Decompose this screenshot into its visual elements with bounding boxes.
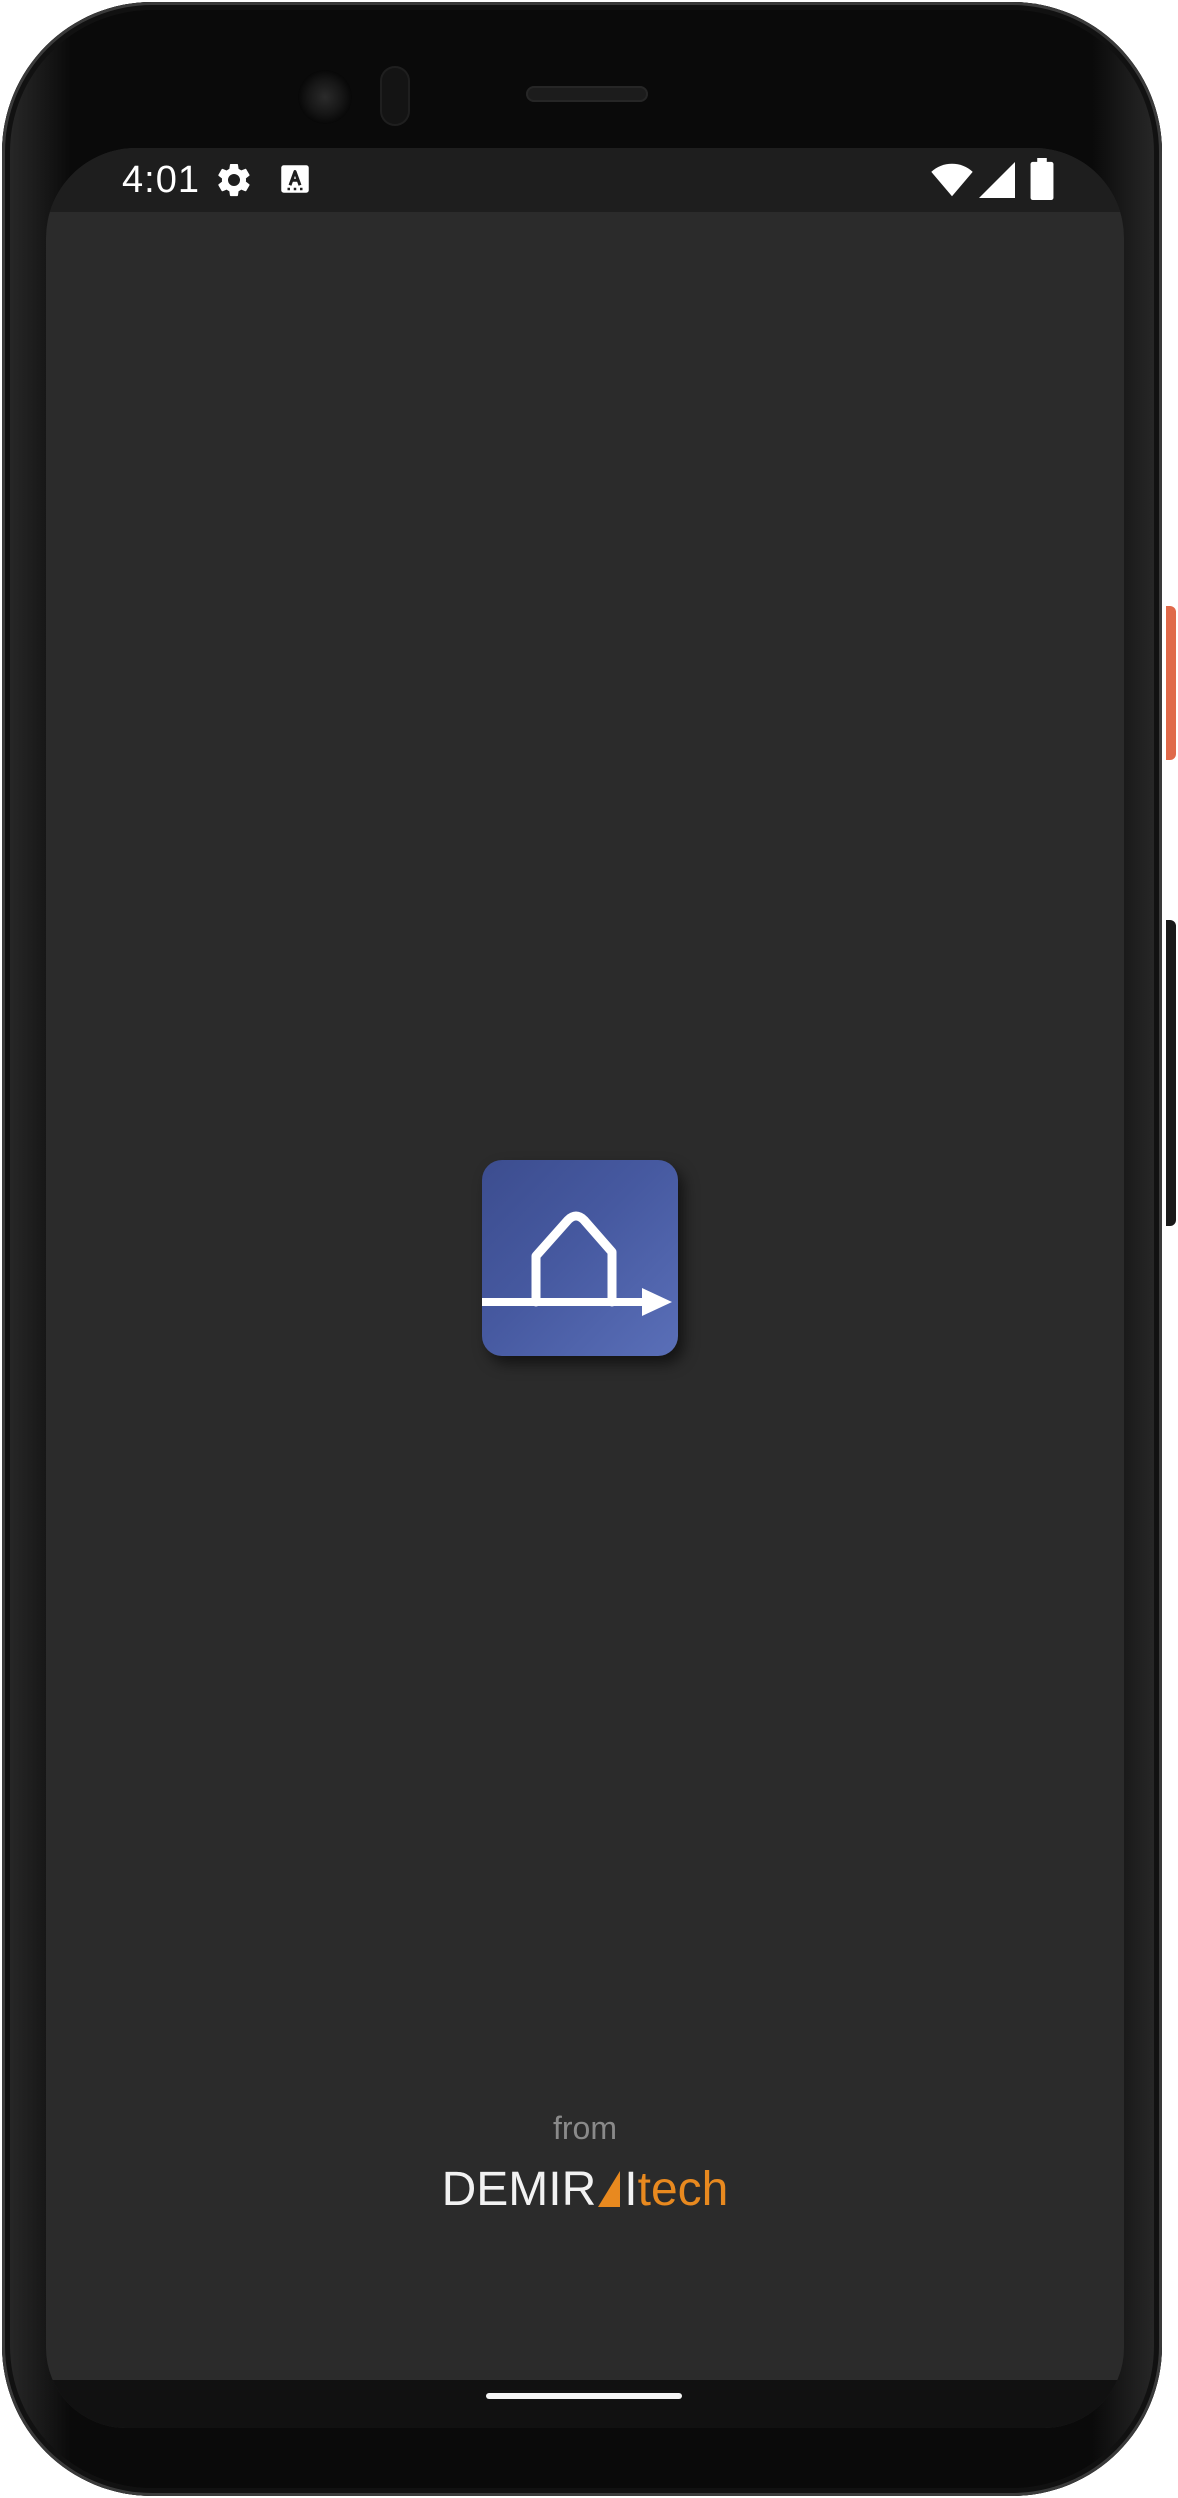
home-gesture-handle[interactable] bbox=[486, 2393, 682, 2399]
navigation-bar bbox=[46, 2380, 1124, 2428]
settings-gear-icon bbox=[218, 163, 250, 197]
power-button bbox=[1166, 606, 1176, 760]
brand-name-tech: tech bbox=[637, 2163, 729, 2216]
volume-button bbox=[1166, 920, 1176, 1226]
brand-name-i: I bbox=[624, 2163, 638, 2216]
front-camera bbox=[298, 70, 352, 124]
status-bar: 4:01 bbox=[46, 148, 1124, 212]
screen: 4:01 from DEMIR Itech bbox=[46, 148, 1124, 2428]
from-label: from bbox=[553, 2110, 617, 2146]
brand-name-primary: DEMIR bbox=[441, 2163, 597, 2216]
proximity-sensor bbox=[380, 66, 410, 126]
house-arrow-icon bbox=[482, 1211, 672, 1316]
brand-mark-icon bbox=[598, 2169, 621, 2207]
cellular-signal-icon bbox=[979, 162, 1015, 198]
earpiece-speaker bbox=[526, 86, 648, 102]
keyboard-a-icon bbox=[281, 165, 309, 193]
status-time: 4:01 bbox=[122, 159, 200, 201]
app-logo bbox=[482, 1160, 678, 1356]
brand-logo: DEMIR Itech bbox=[46, 2160, 1124, 2220]
battery-icon bbox=[1030, 158, 1054, 200]
wifi-icon bbox=[931, 163, 973, 197]
